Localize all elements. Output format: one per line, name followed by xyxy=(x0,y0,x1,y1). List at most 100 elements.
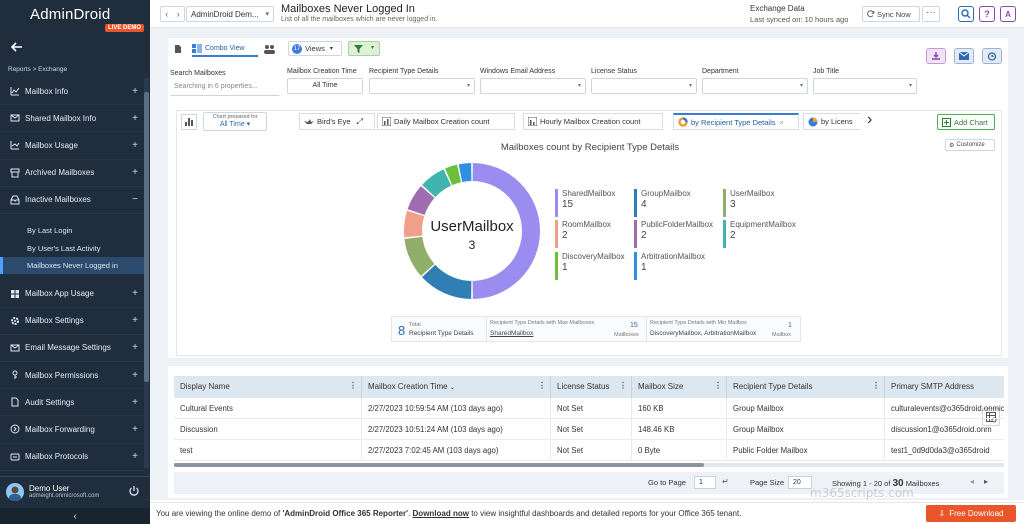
search-button[interactable] xyxy=(958,6,974,22)
sidebar-subitem-mailboxes-never-logged-in[interactable]: Mailboxes Never Logged in xyxy=(0,256,144,275)
sync-now-button[interactable]: Sync Now xyxy=(862,6,920,22)
customize-button[interactable]: ⚙ Customize xyxy=(945,139,995,151)
table-row[interactable]: Discussion 2/27/2023 10:51:24 AM (103 da… xyxy=(174,419,1004,440)
brand-logo[interactable]: AdminDroid xyxy=(30,6,110,23)
expand-icon[interactable]: + xyxy=(132,113,138,124)
expand-icon[interactable]: + xyxy=(132,288,138,299)
column-menu-icon[interactable]: ⋮ xyxy=(538,381,546,390)
donut-slice-groupmailbox[interactable] xyxy=(422,264,472,299)
page-size-input[interactable]: 20 xyxy=(788,476,812,489)
email-report-button[interactable] xyxy=(954,48,974,64)
filter-button[interactable]: ▾ xyxy=(348,41,380,56)
back-arrow-icon[interactable] xyxy=(10,40,24,54)
legend-item-groupmailbox[interactable]: GroupMailbox 4 xyxy=(634,189,716,217)
sidebar-item-mailbox-settings[interactable]: Mailbox Settings + xyxy=(0,308,144,335)
legend-item-usermailbox[interactable]: UserMailbox 3 xyxy=(723,189,805,217)
table-row[interactable]: test 2/27/2023 7:02:45 AM (103 days ago)… xyxy=(174,440,1004,461)
prev-page-icon[interactable]: ◂ xyxy=(970,477,974,486)
sidebar-scrollbar-thumb[interactable] xyxy=(144,92,149,382)
expand-icon[interactable]: + xyxy=(132,140,138,151)
sidebar-subitem-by-last-login[interactable]: By Last Login xyxy=(0,222,144,240)
close-icon[interactable]: × xyxy=(780,118,784,127)
column-header-license-status[interactable]: License Status ⋮ xyxy=(551,376,632,398)
sidebar-item-mailbox-protocols[interactable]: Mailbox Protocols + xyxy=(0,444,144,471)
expand-icon[interactable]: ⤢ xyxy=(357,117,363,127)
sidebar-item-archived-mailboxes[interactable]: Archived Mailboxes + xyxy=(0,160,144,187)
power-icon[interactable] xyxy=(128,485,140,497)
column-menu-icon[interactable]: ⋮ xyxy=(349,381,357,390)
free-download-button[interactable]: ⇩ Free Download xyxy=(926,505,1016,522)
legend-item-arbitrationmailbox[interactable]: ArbitrationMailbox 1 xyxy=(634,252,716,280)
tab-daily-mailbox-creation[interactable]: Daily Mailbox Creation count xyxy=(377,113,515,130)
column-menu-icon[interactable]: ⋮ xyxy=(872,381,880,390)
chevron-left-icon[interactable]: ‹ xyxy=(165,9,168,19)
windows-email-address-select[interactable]: ▾ xyxy=(480,78,586,94)
donut-slice-arbitrationmailbox[interactable] xyxy=(458,163,472,182)
table-horizontal-scrollbar-thumb[interactable] xyxy=(174,463,704,467)
legend-item-discoverymailbox[interactable]: DiscoveryMailbox 1 xyxy=(555,252,637,280)
table-row[interactable]: Cultural Events 2/27/2023 10:59:54 AM (1… xyxy=(174,398,1004,419)
recipient-type-details-select[interactable]: ▾ xyxy=(369,78,475,94)
avatar[interactable] xyxy=(6,482,24,501)
column-header-display-name[interactable]: Display Name ⋮ xyxy=(174,376,362,398)
people-icon[interactable] xyxy=(264,44,276,54)
column-menu-icon[interactable]: ⋮ xyxy=(619,381,627,390)
go-to-page-input[interactable]: 1 xyxy=(694,476,716,489)
sidebar-item-shared-mailbox-info[interactable]: Shared Mailbox Info + xyxy=(0,105,144,133)
collapse-sidebar-button[interactable]: ‹ xyxy=(0,508,150,524)
more-options-button[interactable]: ··· xyxy=(922,6,940,22)
column-header-mailbox-size[interactable]: Mailbox Size ⋮ xyxy=(632,376,727,398)
department-select[interactable]: ▾ xyxy=(702,78,808,94)
nav-arrows[interactable]: ‹ › xyxy=(160,6,185,22)
download-now-link[interactable]: Download now xyxy=(413,509,469,518)
mailbox-creation-time-select[interactable]: All Time xyxy=(287,78,363,94)
views-dropdown[interactable]: 17 Views ▾ xyxy=(288,41,342,56)
expand-icon[interactable]: + xyxy=(132,86,138,97)
column-menu-icon[interactable]: ⋮ xyxy=(714,381,722,390)
expand-icon[interactable]: + xyxy=(132,424,138,435)
search-mailboxes-input[interactable]: Searching in 6 properties... xyxy=(170,80,280,96)
tab-by-license[interactable]: by Licens xyxy=(803,113,861,130)
tab-birds-eye[interactable]: Bird's Eye ⤢ xyxy=(299,113,375,130)
legend-item-publicfoldermailbox[interactable]: PublicFolderMailbox 2 xyxy=(634,220,716,248)
user-profile[interactable]: Demo User admeight.onmicrosoft.com xyxy=(0,476,150,506)
column-header-recipient-type-details[interactable]: Recipient Type Details ⋮ xyxy=(727,376,885,398)
bar-chart-icon[interactable] xyxy=(181,114,197,130)
legend-item-sharedmailbox[interactable]: SharedMailbox 15 xyxy=(555,189,637,217)
sidebar-item-email-message-settings[interactable]: Email Message Settings + xyxy=(0,335,144,362)
sidebar-item-mailbox-info[interactable]: Mailbox Info + xyxy=(0,78,144,106)
license-status-select[interactable]: ▾ xyxy=(591,78,697,94)
sidebar-subitem-by-users-last-activity[interactable]: By User's Last Activity xyxy=(0,239,144,257)
sidebar-item-inactive-mailboxes[interactable]: Inactive Mailboxes − xyxy=(0,187,144,214)
stat-max-name[interactable]: SharedMailbox xyxy=(490,330,533,337)
sidebar-item-mailbox-permissions[interactable]: Mailbox Permissions + xyxy=(0,362,144,390)
column-header-primary-smtp-address[interactable]: Primary SMTP Address xyxy=(885,376,1004,398)
tab-by-recipient-type-details[interactable]: by Recipient Type Details × xyxy=(673,113,799,130)
chart-period-select[interactable]: Chart prepared for All Time ▾ xyxy=(203,112,267,131)
export-button[interactable] xyxy=(926,48,946,64)
add-chart-button[interactable]: Add Chart xyxy=(937,114,995,130)
sidebar-item-audit-settings[interactable]: Audit Settings + xyxy=(0,389,144,417)
document-icon[interactable] xyxy=(174,44,182,54)
legend-item-equipmentmailbox[interactable]: EquipmentMailbox 2 xyxy=(723,220,805,248)
report-select[interactable]: AdminDroid Dem... ▾ xyxy=(186,6,274,22)
notification-button[interactable]: A xyxy=(1000,6,1016,22)
expand-icon[interactable]: + xyxy=(132,397,138,408)
chevron-right-icon[interactable]: › xyxy=(867,111,872,129)
expand-icon[interactable]: + xyxy=(132,370,138,381)
collapse-icon[interactable]: − xyxy=(132,194,138,205)
job-title-select[interactable]: ▾ xyxy=(813,78,917,94)
enter-icon[interactable]: ↵ xyxy=(722,477,729,486)
expand-icon[interactable]: + xyxy=(132,167,138,178)
chevron-right-icon[interactable]: › xyxy=(177,9,180,19)
schedule-report-button[interactable] xyxy=(982,48,1002,64)
expand-icon[interactable]: + xyxy=(132,342,138,353)
help-button[interactable]: ? xyxy=(979,6,995,22)
tab-hourly-mailbox-creation[interactable]: Hourly Mailbox Creation count xyxy=(523,113,663,130)
sidebar-item-mailbox-app-usage[interactable]: Mailbox App Usage + xyxy=(0,280,144,308)
next-page-icon[interactable]: ▸ xyxy=(984,477,988,486)
legend-item-roommailbox[interactable]: RoomMailbox 2 xyxy=(555,220,637,248)
combo-view-button[interactable]: Combo View xyxy=(192,42,258,57)
expand-icon[interactable]: + xyxy=(132,315,138,326)
column-header-mailbox-creation-time[interactable]: Mailbox Creation Time ⌄ ⋮ xyxy=(362,376,551,398)
